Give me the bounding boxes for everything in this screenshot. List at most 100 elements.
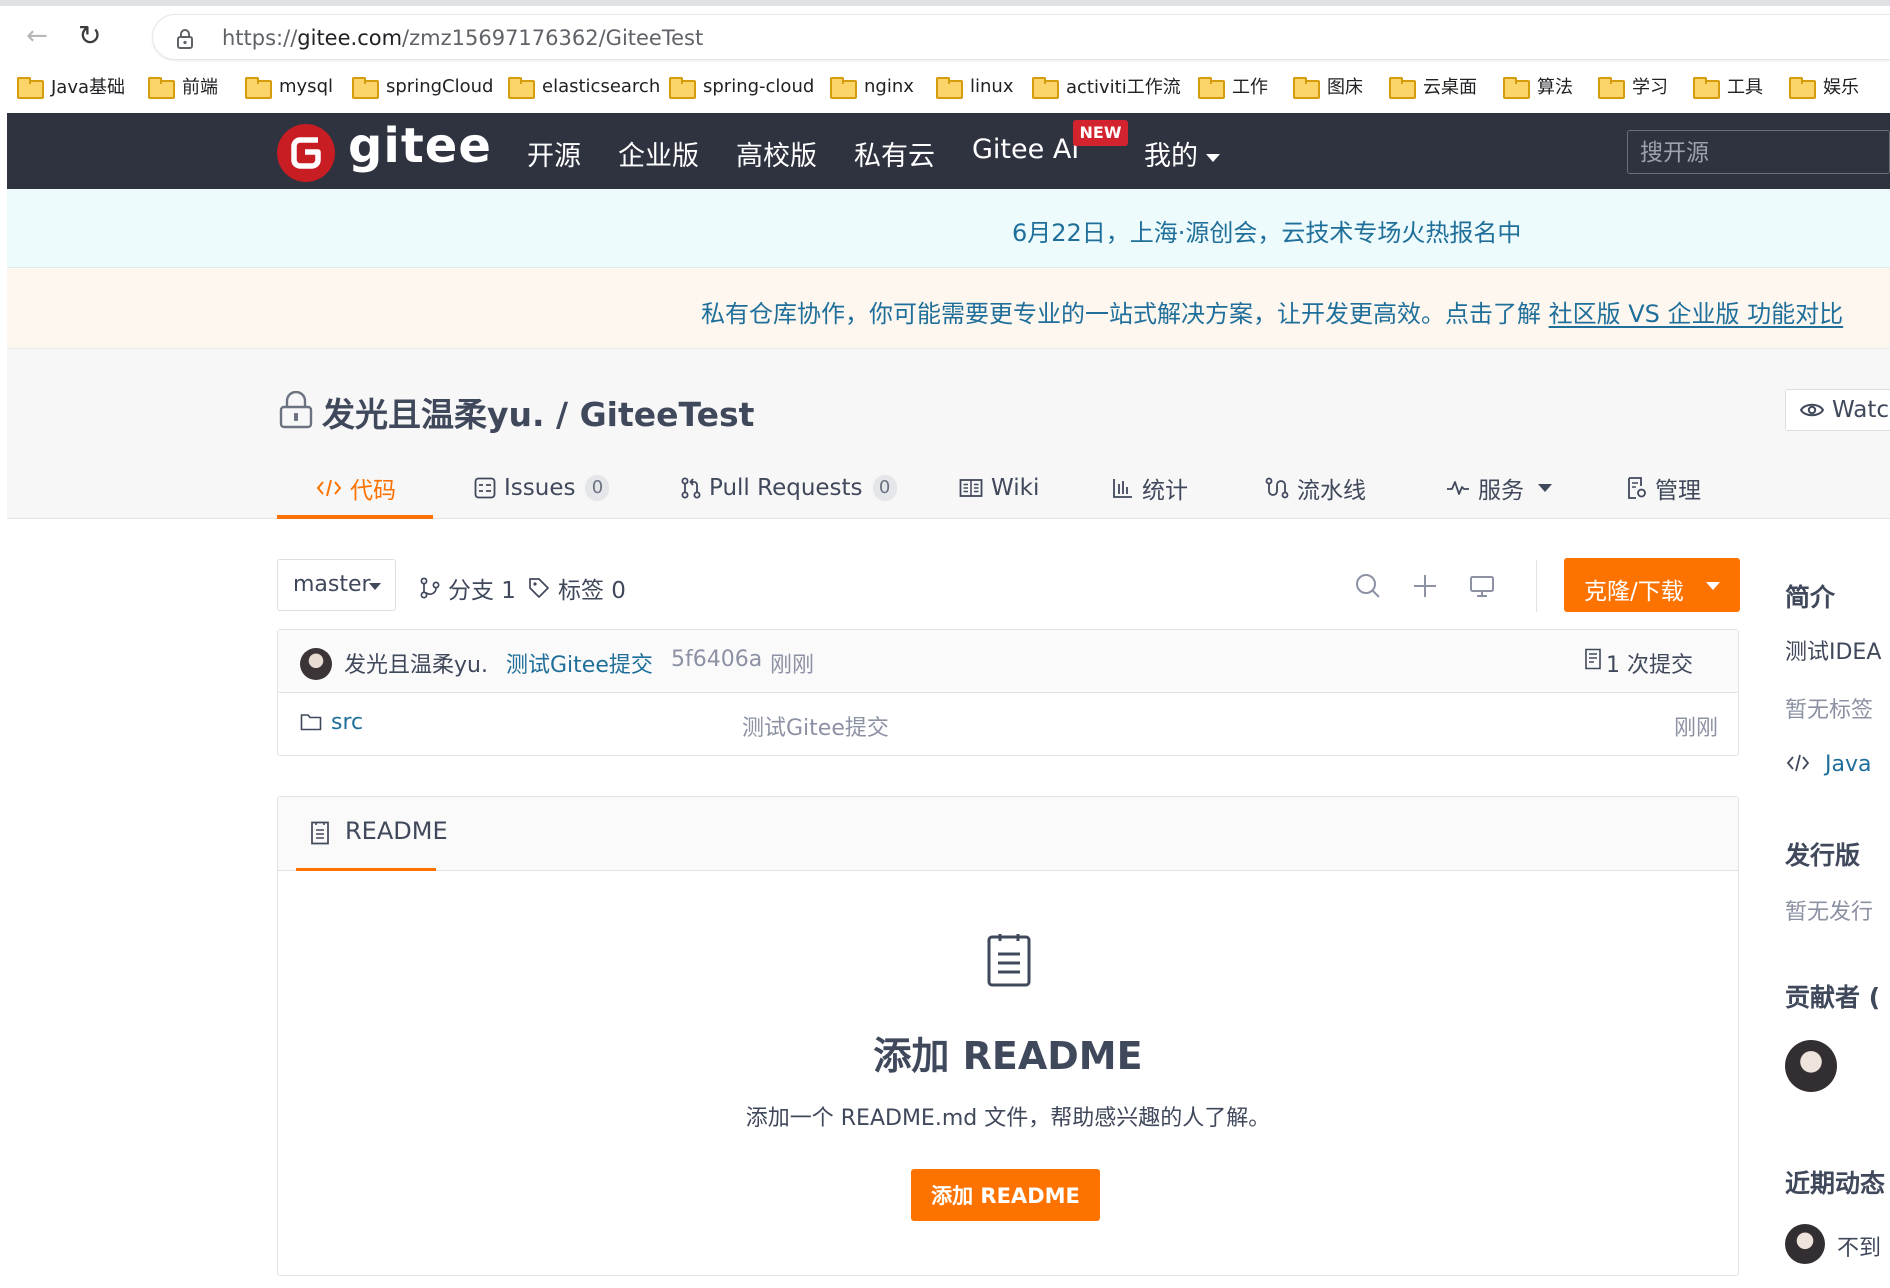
nav-mine[interactable]: 我的 xyxy=(1144,134,1220,173)
nav-open-source[interactable]: 开源 xyxy=(527,134,581,173)
manage-icon xyxy=(1628,477,1646,499)
folder-icon xyxy=(1389,77,1416,99)
bookmark-item[interactable]: 算法 xyxy=(1503,72,1573,100)
bookmark-item[interactable]: Java基础 xyxy=(17,72,125,100)
commit-message[interactable]: 测试Gitee提交 xyxy=(506,647,653,679)
bookmark-item[interactable]: 工作 xyxy=(1198,72,1268,100)
bookmark-item[interactable]: 学习 xyxy=(1598,72,1668,100)
document-icon xyxy=(311,821,329,845)
branches-link[interactable]: 分支 1 xyxy=(420,571,516,605)
tab-pull-requests[interactable]: Pull Requests 0 xyxy=(681,470,897,506)
folder-icon xyxy=(1789,77,1816,99)
file-time: 刚刚 xyxy=(1674,716,1719,741)
avatar[interactable] xyxy=(300,648,332,680)
tags-link[interactable]: 标签 0 xyxy=(528,571,626,605)
table-row[interactable]: src 测试Gitee提交 刚刚 xyxy=(278,693,1738,756)
tab-code[interactable]: 代码 xyxy=(316,470,396,506)
bookmark-item[interactable]: 娱乐 xyxy=(1789,72,1859,100)
url-text[interactable]: https://gitee.com/zmz15697176362/GiteeTe… xyxy=(222,26,703,50)
no-tags-text: 暂无标签 xyxy=(1785,698,1874,723)
add-readme-button[interactable]: 添加 README xyxy=(911,1169,1100,1221)
activity-item[interactable]: 不到 xyxy=(1837,1230,1881,1262)
bookmark-item[interactable]: 工具 xyxy=(1693,72,1763,100)
readme-heading: 添加 README xyxy=(873,1034,1143,1078)
url-path: /zmz15697176362/GiteeTest xyxy=(402,26,704,50)
avatar[interactable] xyxy=(1785,1224,1825,1264)
tab-pipeline[interactable]: 流水线 xyxy=(1265,470,1366,506)
reload-icon[interactable]: ↻ xyxy=(78,19,101,52)
active-tab-indicator xyxy=(277,515,433,519)
readme-tab[interactable]: README xyxy=(345,817,448,845)
tab-issues[interactable]: Issues 0 xyxy=(474,470,610,506)
bookmark-item[interactable]: 图床 xyxy=(1293,72,1363,100)
url-prefix: https:// xyxy=(222,26,298,50)
language-link[interactable]: Java xyxy=(1825,752,1871,777)
folder-icon xyxy=(1503,77,1530,99)
branch-select[interactable]: master xyxy=(277,559,396,611)
issues-count: 0 xyxy=(585,475,610,501)
plus-icon[interactable] xyxy=(1411,572,1439,600)
eye-icon xyxy=(1800,403,1824,417)
file-commit-message[interactable]: 测试Gitee提交 xyxy=(742,710,889,742)
gitee-logo-text[interactable]: gitee xyxy=(348,118,492,174)
search-input[interactable] xyxy=(1640,138,1880,168)
branch-name: master xyxy=(293,572,371,597)
bookmark-item[interactable]: mysql xyxy=(245,72,333,100)
nav-university[interactable]: 高校版 xyxy=(736,134,817,173)
tab-stats[interactable]: 统计 xyxy=(1112,470,1188,506)
readme-tab-indicator xyxy=(296,868,436,871)
tab-manage[interactable]: 管理 xyxy=(1627,470,1701,506)
folder-icon xyxy=(17,77,44,99)
tab-wiki[interactable]: Wiki xyxy=(959,470,1039,506)
intro-title: 简介 xyxy=(1785,583,1836,612)
commit-count[interactable]: 1 次提交 xyxy=(1606,647,1693,679)
bookmark-item[interactable]: spring-cloud xyxy=(669,72,814,100)
folder-icon xyxy=(669,77,696,99)
nav-gitee-ai[interactable]: Gitee AI xyxy=(972,134,1079,165)
nav-private-cloud[interactable]: 私有云 xyxy=(854,134,935,173)
event-banner-text[interactable]: 6月22日，上海·源创会，云技术专场火热报名中 xyxy=(1012,213,1521,248)
release-title: 发行版 xyxy=(1785,841,1861,870)
bookmark-item[interactable]: 前端 xyxy=(148,72,218,100)
latest-commit-row: 发光且温柔yu. 测试Gitee提交 5f6406a 刚刚 1 次提交 xyxy=(278,630,1738,693)
bookmark-item[interactable]: nginx xyxy=(830,72,914,100)
lock-icon[interactable] xyxy=(176,28,194,50)
caret-down-icon xyxy=(1538,484,1552,492)
folder-icon xyxy=(936,77,963,99)
readme-document-icon xyxy=(987,934,1031,987)
bookmark-item[interactable]: linux xyxy=(936,72,1013,100)
readme-description: 添加一个 README.md 文件，帮助感兴趣的人了解。 xyxy=(745,1106,1271,1131)
activity-title: 近期动态 xyxy=(1785,1169,1886,1198)
commit-sha[interactable]: 5f6406a xyxy=(671,647,762,672)
back-arrow-icon[interactable]: ← xyxy=(26,21,48,51)
nav-enterprise[interactable]: 企业版 xyxy=(618,134,699,173)
browser-address-bar: ← ↻ https://gitee.com/zmz15697176362/Git… xyxy=(0,6,1890,68)
readme-panel: README 添加 README 添加一个 README.md 文件，帮助感兴趣… xyxy=(277,796,1739,1276)
tab-services[interactable]: 服务 xyxy=(1446,470,1552,506)
bar-chart-icon xyxy=(1113,479,1132,498)
bookmark-item[interactable]: activiti工作流 xyxy=(1032,72,1181,100)
folder-icon xyxy=(245,77,272,99)
pull-request-icon xyxy=(681,477,701,499)
new-badge: NEW xyxy=(1073,120,1128,146)
project-title[interactable]: 发光且温柔yu. / GiteeTest xyxy=(322,388,754,436)
file-name[interactable]: src xyxy=(331,710,363,735)
avatar[interactable] xyxy=(1785,1040,1837,1092)
bookmark-item[interactable]: 云桌面 xyxy=(1389,72,1477,100)
monitor-icon[interactable] xyxy=(1468,572,1496,600)
bookmark-item[interactable]: elasticsearch xyxy=(508,72,660,100)
event-banner[interactable]: 6月22日，上海·源创会，云技术专场火热报名中 xyxy=(7,189,1890,268)
caret-down-icon xyxy=(369,583,381,590)
bookmark-item[interactable]: springCloud xyxy=(352,72,493,100)
bookmarks-bar: Java基础 前端 mysql springCloud elasticsearc… xyxy=(0,68,1890,104)
watch-button[interactable]: Watc xyxy=(1785,389,1890,431)
folder-icon xyxy=(148,77,175,99)
compare-link[interactable]: 社区版 VS 企业版 功能对比 xyxy=(1549,300,1844,328)
search-icon[interactable] xyxy=(1354,572,1382,600)
clone-download-button[interactable]: 克隆/下载 xyxy=(1564,558,1740,612)
commit-author[interactable]: 发光且温柔yu. xyxy=(344,647,488,679)
folder-icon xyxy=(1293,77,1320,99)
gitee-logo-glyph xyxy=(291,137,321,169)
folder-icon xyxy=(830,77,857,99)
pull-requests-count: 0 xyxy=(872,475,897,501)
